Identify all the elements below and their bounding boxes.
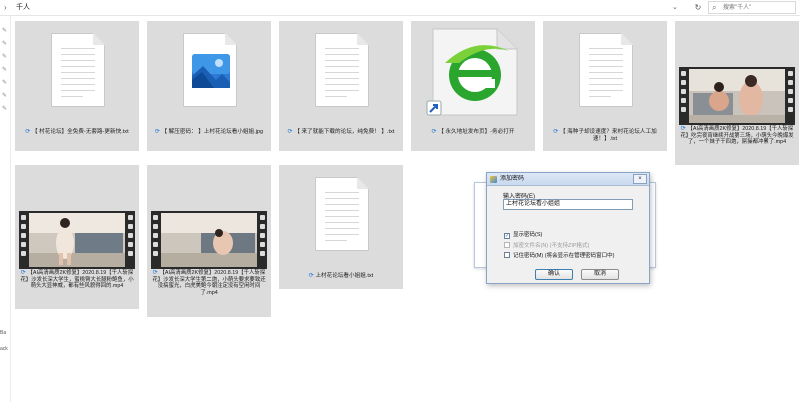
sync-icon: ⟳ [154, 129, 162, 135]
pin-icon: ✎ [2, 41, 8, 47]
encrypt-filenames-checkbox[interactable]: 加密文件名(N) (不支持ZIP格式) [504, 242, 589, 250]
video-thumbnail [679, 67, 795, 125]
file-item[interactable]: ⟳ 【AI高清画质2K修复】2020.8.19【千人斩探花】沙发长深大学生，蜜桃… [15, 165, 139, 309]
file-item[interactable]: ⟳ 【 永久地址发布页】-务必打开 [411, 21, 535, 151]
file-name: 【AI高清画质2K修复】2020.8.19【千人斩探花】吃完夜宵继续开战第三场，… [680, 126, 794, 146]
close-button[interactable]: × [633, 174, 647, 184]
address-bar: › 千人 ⌄ ↻ ⌕ [0, 0, 800, 16]
status-bar [0, 396, 800, 402]
checkbox-icon [504, 252, 510, 258]
file-item[interactable]: ⟳ 【 海种子却设速度？来村花论坛人工加速！】.txt [543, 21, 667, 151]
file-name: 【 来了就能下载的论坛，纯免费！ 】.txt [294, 129, 395, 135]
refresh-icon[interactable]: ↻ [692, 2, 704, 13]
file-name: 【AI高清画质2K修复】2020.8.19【千人斩探花】沙发长深大学生，蜜桃臀大… [20, 270, 134, 290]
ok-button[interactable]: 确认 [535, 269, 573, 280]
navigation-pane: ✎ ✎ ✎ ✎ ✎ ✎ ✎ Ba ack [0, 16, 11, 402]
image-file-icon [147, 21, 271, 125]
video-frame [689, 69, 785, 123]
file-name: 【 永久地址发布页】-务必打开 [438, 129, 515, 135]
video-frame [161, 213, 257, 267]
pin-icon: ✎ [2, 106, 8, 112]
remember-password-checkbox[interactable]: 记住密码(M) (将会显示在管理密码窗口中) [504, 252, 614, 260]
text-file-icon [279, 21, 403, 125]
breadcrumb[interactable]: 千人 [16, 3, 30, 12]
file-name: 【AI高清画质2K修复】2020.8.19【千人斩探花】沙发长深大学生第二炮，小… [152, 270, 266, 296]
search-input[interactable] [723, 3, 793, 13]
video-frame [29, 213, 125, 267]
file-item[interactable]: ⟳ 【 解压密码： 】上村花论坛看小姐姐.jpg [147, 21, 271, 151]
file-name: 【 村花论坛】全免费-无套路-更新快.txt [32, 129, 129, 135]
search-icon: ⌕ [712, 3, 717, 12]
nav-item-label[interactable]: ack [0, 346, 8, 352]
dialog-titlebar[interactable]: 添加密码 × [487, 173, 649, 186]
pin-icon: ✎ [2, 80, 8, 86]
video-thumbnail [19, 211, 135, 269]
internet-shortcut-icon [411, 21, 535, 125]
pin-icon: ✎ [2, 28, 8, 34]
pin-icon: ✎ [2, 93, 8, 99]
file-item[interactable]: ⟳ 【 来了就能下载的论坛，纯免费！ 】.txt [279, 21, 403, 151]
file-item[interactable]: ⟳ 【AI高清画质2K修复】2020.8.19【千人斩探花】沙发长深大学生第二炮… [147, 165, 271, 317]
chevron-down-icon[interactable]: ⌄ [672, 3, 678, 11]
pin-icon: ✎ [2, 54, 8, 60]
text-file-icon [543, 21, 667, 125]
text-file-icon [279, 165, 403, 269]
dialog-title: 添加密码 [500, 176, 525, 182]
file-item[interactable]: ⟳ 上村花论坛看小姐姐.txt [279, 165, 403, 289]
app-icon [490, 176, 497, 183]
add-password-dialog: 添加密码 × 输入密码(E) 上村花论坛看小姐姐 ✓ 显示密码(S) 加密文件名(… [486, 172, 650, 284]
file-name: 上村花论坛看小姐姐.txt [315, 273, 374, 279]
text-file-icon [15, 21, 139, 125]
chevron-right-icon[interactable]: › [4, 3, 12, 12]
password-input[interactable]: 上村花论坛看小姐姐 [503, 199, 633, 210]
file-name: 【 解压密码： 】上村花论坛看小姐姐.jpg [161, 129, 264, 135]
pin-icon: ✎ [2, 67, 8, 73]
file-item[interactable]: ⟳ 【AI高清画质2K修复】2020.8.19【千人斩探花】吃完夜宵继续开战第三… [675, 21, 799, 165]
nav-item-label[interactable]: Ba [0, 330, 6, 336]
checkbox-checked-icon: ✓ [504, 233, 510, 239]
file-item[interactable]: ⟳ 【 村花论坛】全免费-无套路-更新快.txt [15, 21, 139, 151]
video-thumbnail [151, 211, 267, 269]
checkbox-icon [504, 242, 510, 248]
sync-icon: ⟳ [25, 129, 33, 135]
show-password-checkbox[interactable]: ✓ 显示密码(S) [504, 232, 542, 239]
search-box[interactable]: ⌕ [708, 1, 796, 14]
sync-icon: ⟳ [553, 129, 561, 135]
file-name: 【 海种子却设速度？来村花论坛人工加速！】.txt [560, 129, 657, 142]
cancel-button[interactable]: 取消 [581, 269, 619, 280]
